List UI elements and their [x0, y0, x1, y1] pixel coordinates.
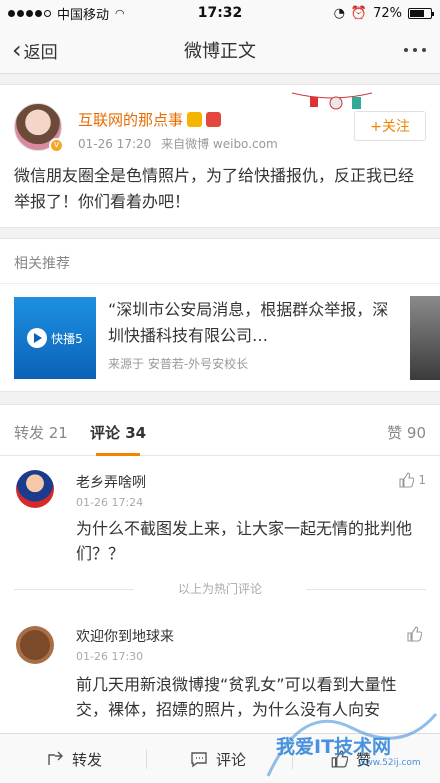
divider	[0, 283, 440, 284]
post-text: 微信朋友圈全是色情照片，为了给快播报仇，反正我已经举报了！你们看着办吧！	[14, 166, 415, 211]
related-source: 来源于 安普若-外号安校长	[108, 357, 249, 371]
watermark-url: www.52ij.com	[358, 758, 421, 768]
related-headline[interactable]: “深圳市公安局消息，根据群众举报，深圳快播科技有限公司…	[108, 297, 398, 349]
thumbs-up-icon	[399, 472, 415, 488]
page-title: 微博正文	[184, 40, 256, 62]
tab-repost[interactable]: 转发 21	[14, 422, 68, 443]
comment-button[interactable]: 评论	[190, 734, 246, 783]
follow-button[interactable]: +关注	[354, 111, 426, 141]
comment-label: 评论	[216, 750, 247, 769]
status-right: ◔ ⏰ 72%	[333, 5, 434, 21]
repost-icon	[48, 751, 63, 765]
author-name[interactable]: 互联网的那点事	[78, 109, 183, 130]
commenter-name[interactable]: 欢迎你到地球来	[76, 626, 174, 646]
signal-icon	[8, 9, 51, 17]
site-watermark: 我爱IT技术网 www.52ij.com	[262, 706, 440, 783]
comment-time: 01-26 17:24	[76, 496, 144, 509]
alarm-icon: ⏰	[350, 5, 368, 21]
post-meta: 01-26 17:20 来自微博 weibo.com	[78, 135, 278, 152]
comment-icon	[191, 752, 207, 768]
related-section: 相关推荐 快播5 “深圳市公安局消息，根据群众举报，深圳快播科技有限公司… 来源…	[0, 238, 440, 392]
comment-item: 老乡弄啥咧 01-26 17:24 为什么不截图发上来，让大家一起无情的批判他们…	[0, 456, 440, 576]
carrier-name: 中国移动	[57, 7, 110, 23]
clock: 17:32	[197, 5, 243, 21]
nav-bar: ‹ 返回 微博正文	[0, 26, 440, 74]
comment-like-button[interactable]	[406, 626, 426, 642]
tab-like[interactable]: 赞 90	[387, 422, 426, 443]
post-tabs: 转发 21 评论 34 赞 90	[0, 404, 440, 456]
battery-fill	[410, 9, 425, 17]
battery-icon	[408, 7, 434, 19]
verified-badge-icon: v	[49, 138, 64, 153]
commenter-avatar[interactable]	[16, 626, 54, 664]
medal-icon	[187, 112, 203, 127]
chevron-left-icon: ‹	[12, 36, 22, 64]
watermark-text: 我爱IT技术网	[276, 736, 392, 758]
comment-text: 为什么不截图发上来，让大家一起无情的批判他们？？	[76, 519, 413, 563]
commenter-avatar[interactable]	[16, 470, 54, 508]
related-thumbnail[interactable]: 快播5	[14, 297, 96, 379]
comment-like-button[interactable]: 1	[398, 472, 426, 488]
tab-comment[interactable]: 评论 34	[90, 422, 146, 443]
thumbnail-label: 快播5	[51, 331, 83, 346]
back-button[interactable]: ‹ 返回	[12, 26, 58, 74]
battery-percent: 72%	[373, 5, 402, 21]
related-title: 相关推荐	[14, 256, 70, 272]
lock-rotation-icon: ◔	[333, 5, 345, 21]
comment-time: 01-26 17:30	[76, 650, 144, 663]
back-label: 返回	[23, 42, 58, 63]
divider	[306, 589, 426, 590]
status-bar: 中国移动 ◠ 17:32 ◔ ⏰ 72%	[0, 0, 440, 26]
related-next-thumbnail[interactable]	[410, 296, 440, 380]
divider	[146, 749, 147, 769]
comment-like-count: 1	[418, 473, 426, 487]
post-timestamp: 01-26 17:20	[78, 137, 152, 151]
commenter-name[interactable]: 老乡弄啥咧	[76, 472, 146, 492]
wifi-icon: ◠	[115, 6, 125, 20]
post-source: 来自微博 weibo.com	[161, 137, 278, 151]
weibo-post: v 互联网的那点事 01-26 17:20 来自微博 weibo.com +关注…	[0, 84, 440, 228]
more-options-icon[interactable]	[404, 26, 426, 74]
repost-button[interactable]: 转发	[46, 734, 102, 783]
kuaibo-logo-icon	[27, 328, 48, 348]
repost-label: 转发	[72, 750, 103, 769]
thumbs-up-icon	[407, 626, 422, 642]
author-name-row[interactable]: 互联网的那点事	[78, 109, 222, 130]
member-icon	[206, 112, 222, 127]
